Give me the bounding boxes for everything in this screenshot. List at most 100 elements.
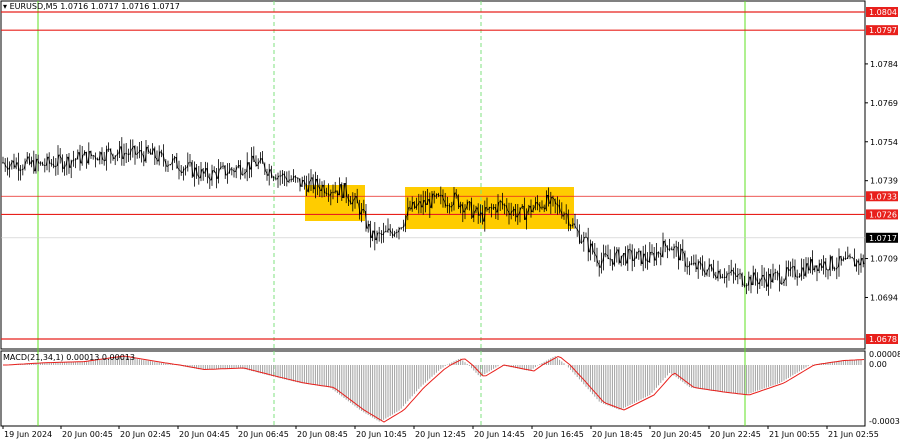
candle-body <box>670 248 673 251</box>
candle-body <box>626 249 629 264</box>
candle-body <box>633 258 636 262</box>
candle-body <box>587 237 590 253</box>
candle-body <box>81 154 84 164</box>
candle-body <box>813 265 816 271</box>
candle-body <box>580 241 583 244</box>
candle-body <box>853 257 856 267</box>
candle-body <box>10 160 13 165</box>
candle-body <box>829 256 832 271</box>
candle-body <box>809 259 812 271</box>
candle-body <box>151 148 154 155</box>
time-axis: 19 Jun 2024 20 Jun 00:45 20 Jun 02:45 20 Ju… <box>2 426 879 439</box>
level-price-label: 1.0726 <box>869 210 897 219</box>
candle-body <box>389 228 392 233</box>
candle-body <box>637 250 640 253</box>
candle-body <box>736 273 739 278</box>
candle-body <box>160 151 163 154</box>
candle-body <box>752 272 755 286</box>
candle-body <box>206 168 209 178</box>
candle-body <box>694 262 698 270</box>
candle-body <box>98 152 101 161</box>
candle-body <box>699 261 702 265</box>
candle-body <box>591 243 594 253</box>
candle-body <box>32 160 35 172</box>
candle-body <box>666 245 669 250</box>
candle-body <box>87 151 90 164</box>
time-axis-label: 19 Jun 2024 <box>4 430 52 439</box>
candle-body <box>600 261 603 268</box>
candle-body <box>778 272 781 284</box>
price-scale-label: 1.0694 <box>870 293 898 302</box>
candle-body <box>96 158 99 161</box>
candle-body <box>204 168 207 174</box>
candle-body <box>602 253 605 262</box>
candle-body <box>615 249 618 254</box>
candle-body <box>239 165 242 175</box>
candle-body <box>386 228 390 232</box>
candle-body <box>367 223 370 229</box>
candle-body <box>61 157 64 169</box>
candle-body <box>769 273 772 283</box>
time-axis-label: 20 Jun 04:45 <box>179 430 230 439</box>
candle-body <box>103 159 106 162</box>
price-scale-label: 1.0754 <box>870 138 898 147</box>
candle-body <box>105 149 108 161</box>
price-chart: 1.0804 1.0797 1.0784 1.0769 1.0754 1.0739 1.07… <box>0 0 900 439</box>
candle-body <box>210 170 214 181</box>
time-axis-label: 21 Jun 00:55 <box>769 430 820 439</box>
candle-body <box>653 252 656 261</box>
candle-body <box>309 177 313 182</box>
candle-body <box>593 251 596 256</box>
level-lines <box>1 11 865 340</box>
candle-body <box>785 267 788 280</box>
candle-body <box>815 265 819 272</box>
time-axis-label: 20 Jun 12:45 <box>415 430 466 439</box>
candle-body <box>688 263 691 268</box>
dropdown-triangle-icon[interactable]: ▾ <box>3 2 7 11</box>
candle-body <box>683 253 687 267</box>
candle-body <box>257 161 260 167</box>
candle-body <box>681 248 684 254</box>
candle-body <box>265 171 269 176</box>
candle-body <box>756 279 759 285</box>
candle-body <box>67 156 71 168</box>
candle-body <box>710 264 713 269</box>
macd-scale-label: 0.00008 <box>869 350 900 359</box>
candle-body <box>254 161 258 167</box>
candle-body <box>283 173 286 178</box>
candle-body <box>798 275 801 278</box>
candle-body <box>281 173 284 177</box>
candle-body <box>382 231 385 236</box>
candle-body <box>833 268 836 270</box>
candle-body <box>28 156 31 164</box>
candle-body <box>800 267 803 277</box>
candle-body <box>774 272 777 274</box>
candle-body <box>72 159 75 162</box>
candle-body <box>644 253 647 261</box>
time-axis-label: 20 Jun 02:45 <box>120 430 171 439</box>
candle-body <box>862 258 865 265</box>
candle-body <box>21 168 24 171</box>
candle-body <box>74 158 77 161</box>
candle-body <box>613 253 616 265</box>
candle-body <box>760 274 764 280</box>
candle-body <box>807 263 810 271</box>
candle-body <box>89 150 93 157</box>
candle-body <box>598 262 601 268</box>
candle-body <box>697 261 700 270</box>
level-price-label: 1.0678 <box>869 335 897 344</box>
candle-body <box>241 173 244 176</box>
candle-body <box>714 275 717 279</box>
candle-body <box>842 258 845 261</box>
time-axis-label: 20 Jun 20:45 <box>651 430 702 439</box>
candle-body <box>237 164 240 168</box>
candle-body <box>622 252 625 257</box>
candle-body <box>276 175 280 180</box>
level-price-label: 1.0797 <box>869 26 897 35</box>
candle-body <box>259 158 262 163</box>
candle-body <box>118 146 121 154</box>
candle-body <box>661 240 665 257</box>
candle-body <box>576 227 579 231</box>
candle-body <box>677 246 680 261</box>
candle-body <box>765 279 768 287</box>
